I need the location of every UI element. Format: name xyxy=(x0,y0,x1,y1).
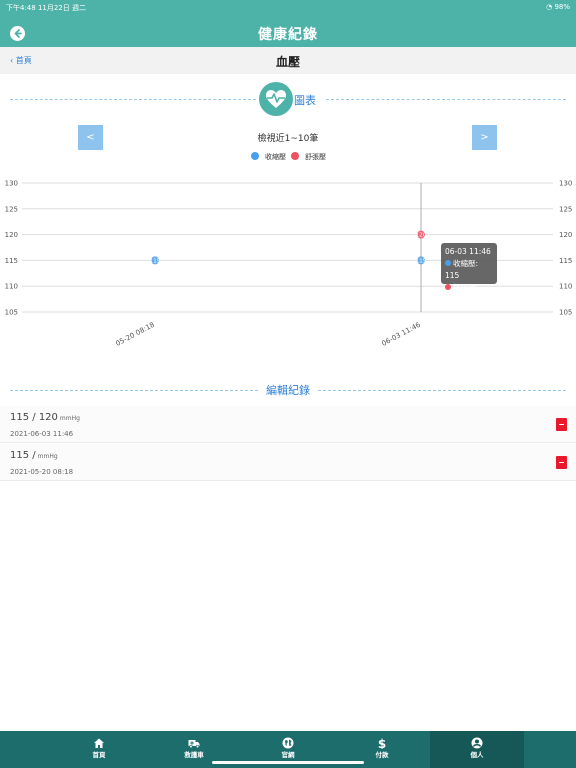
user-icon xyxy=(471,737,483,749)
legend-item-systolic[interactable]: 收縮壓 xyxy=(251,152,286,162)
y-tick-label-right: 125 xyxy=(559,205,572,213)
data-label: 120 xyxy=(416,233,427,239)
status-time: 下午4:48 11月22日 週二 xyxy=(6,4,86,12)
data-label: 115 xyxy=(150,258,161,264)
range-text: 檢視近1~10筆 xyxy=(257,134,319,144)
record-unit: mmHg xyxy=(37,453,58,460)
divider-left xyxy=(10,99,256,100)
globe-icon xyxy=(282,737,294,749)
dollar-icon: $ xyxy=(378,737,386,749)
tooltip-row-diastolic: 舒張壓: 120 xyxy=(445,282,493,306)
legend-label-diastolic: 舒張壓 xyxy=(305,153,326,161)
record-item[interactable]: 115 /mmHg 2021-05-20 08:18 xyxy=(0,444,576,481)
status-battery: ◔ 98% xyxy=(546,3,570,11)
page-title: 健康紀錄 xyxy=(258,27,318,43)
wifi-icon: ◔ xyxy=(546,3,553,11)
x-tick-label: 05-20 08:18 xyxy=(114,321,156,348)
y-tick-label-right: 105 xyxy=(559,309,572,317)
status-bar: 下午4:48 11月22日 週二 ◔ 98% xyxy=(0,0,576,20)
record-reading: 115 / 120 xyxy=(10,412,58,423)
x-tick-label: 06-03 11:46 xyxy=(380,320,422,347)
tab-website-label: 官網 xyxy=(281,751,295,759)
y-tick-label-left: 110 xyxy=(5,283,18,291)
tab-ambulance-label: 救護車 xyxy=(184,751,204,759)
heart-pulse-icon xyxy=(259,82,293,116)
sub-header: ‹ 首頁 血壓 xyxy=(0,47,576,74)
record-item[interactable]: 115 / 120 mmHg 2021-06-03 11:46 xyxy=(0,406,576,443)
record-reading: 115 / xyxy=(10,450,36,461)
chart-tooltip: 06-03 11:46 收縮壓: 115 舒張壓: 120 xyxy=(441,243,497,304)
chart-heading: 圖表 xyxy=(294,94,316,107)
edit-heading: 編輯紀錄 xyxy=(266,384,310,397)
delete-record-button[interactable] xyxy=(556,456,567,469)
y-tick-label-left: 125 xyxy=(5,205,18,213)
section-title: 血壓 xyxy=(275,55,300,69)
minus-icon xyxy=(559,424,564,425)
y-tick-label-left: 130 xyxy=(5,180,18,188)
record-value: 115 /mmHg xyxy=(10,450,58,461)
minus-icon xyxy=(559,462,564,463)
tab-home-label: 首頁 xyxy=(92,751,106,759)
legend-dot-diastolic xyxy=(291,152,299,160)
y-tick-label-right: 130 xyxy=(559,180,572,188)
tab-profile-label: 個人 xyxy=(470,751,484,759)
legend-item-diastolic[interactable]: 舒張壓 xyxy=(291,152,326,162)
home-indicator xyxy=(212,761,364,764)
delete-record-button[interactable] xyxy=(556,418,567,431)
legend-dot-systolic xyxy=(251,152,259,160)
tooltip-title: 06-03 11:46 xyxy=(445,247,491,256)
divider-right xyxy=(326,99,566,100)
svg-text:$: $ xyxy=(378,737,386,749)
record-value: 115 / 120 mmHg xyxy=(10,412,80,423)
tooltip-row-systolic: 收縮壓: 115 xyxy=(445,258,493,282)
record-unit: mmHg xyxy=(59,415,80,422)
tab-home[interactable]: 首頁 xyxy=(52,731,146,768)
y-tick-label-left: 105 xyxy=(5,309,18,317)
battery-percent: 98% xyxy=(554,3,570,11)
tab-profile[interactable]: 個人 xyxy=(430,731,524,768)
home-icon xyxy=(94,738,104,748)
ambulance-icon xyxy=(188,740,200,749)
y-tick-label-right: 115 xyxy=(559,257,572,265)
tab-payment-label: 付款 xyxy=(375,751,389,759)
y-tick-label-left: 120 xyxy=(5,231,18,239)
y-tick-label-right: 120 xyxy=(559,231,572,239)
legend-label-systolic: 收縮壓 xyxy=(265,153,286,161)
record-time: 2021-06-03 11:46 xyxy=(10,430,74,438)
y-tick-label-right: 110 xyxy=(559,283,572,291)
data-label: 115 xyxy=(416,258,427,264)
y-tick-label-left: 115 xyxy=(5,257,18,265)
record-time: 2021-05-20 08:18 xyxy=(10,468,74,476)
app-header: 健康紀錄 xyxy=(0,20,576,47)
